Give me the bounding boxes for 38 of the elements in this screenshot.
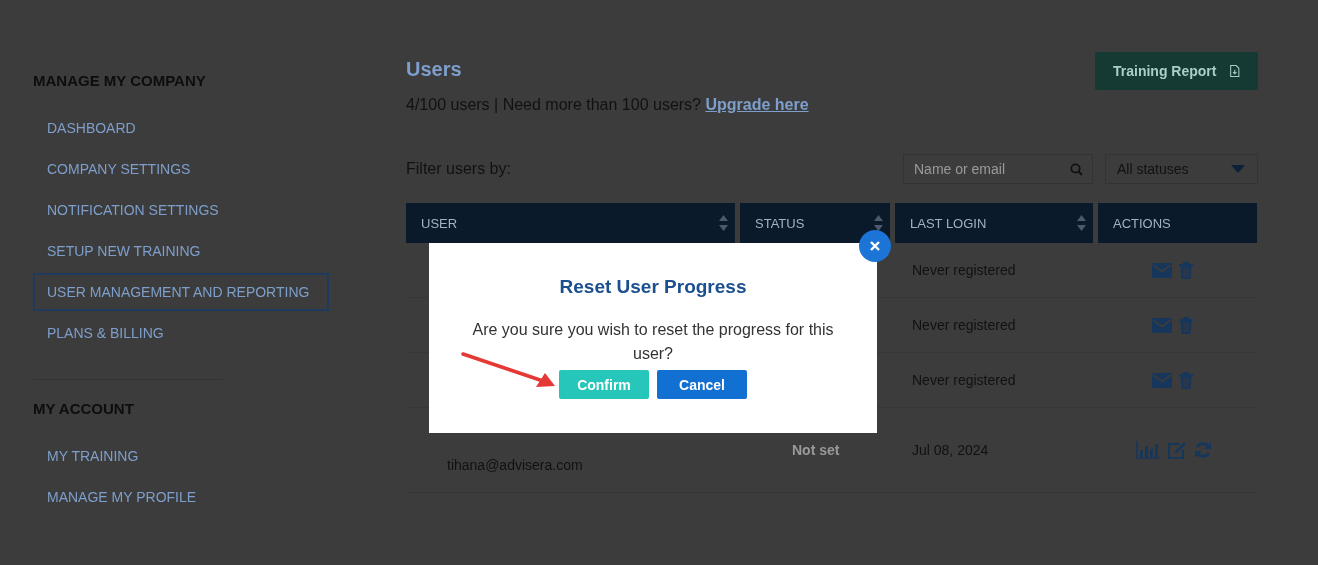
sidebar-item[interactable]: MY TRAINING	[33, 437, 153, 475]
mail-icon[interactable]	[1152, 372, 1172, 388]
mail-icon[interactable]	[1152, 317, 1172, 333]
dialog-message: Are you sure you wish to reset the progress for this user?	[471, 320, 835, 364]
sidebar-item[interactable]: NOTIFICATION SETTINGS	[33, 191, 233, 229]
bar-chart-icon[interactable]	[1136, 441, 1160, 459]
column-header: ACTIONS	[1098, 203, 1257, 243]
file-download-icon	[1230, 62, 1240, 80]
sort-icon	[719, 215, 728, 231]
page-title: Users	[406, 58, 463, 81]
trash-icon[interactable]	[1179, 371, 1193, 389]
cancel-button[interactable]: Cancel	[657, 370, 747, 399]
sort-icon	[874, 215, 883, 231]
sort-icon	[1077, 215, 1086, 231]
sidebar-item[interactable]: PLANS & BILLING	[33, 314, 178, 352]
mail-icon[interactable]	[1152, 262, 1172, 278]
confirm-button[interactable]: Confirm	[559, 370, 649, 399]
sidebar-item[interactable]: USER MANAGEMENT AND REPORTING	[33, 273, 330, 311]
caret-icon	[1231, 165, 1245, 173]
sidebar-item[interactable]: DASHBOARD	[33, 109, 150, 147]
upgrade-link[interactable]: Upgrade here	[705, 96, 809, 113]
sidebar-item[interactable]: MANAGE MY PROFILE	[33, 478, 211, 516]
search-field[interactable]: Name or email	[903, 154, 1093, 184]
column-header[interactable]: STATUS	[740, 203, 890, 243]
training-report-button[interactable]: Training Report	[1095, 52, 1258, 90]
trash-icon[interactable]	[1179, 316, 1193, 334]
close-button[interactable]	[859, 230, 891, 262]
dialog-title: Reset User Progress	[558, 276, 748, 298]
status-text: Not set	[791, 442, 841, 458]
column-header[interactable]: LAST LOGIN	[895, 203, 1093, 243]
edit-icon[interactable]	[1167, 441, 1187, 459]
sidebar-item[interactable]: SETUP NEW TRAINING	[33, 232, 215, 270]
trash-icon[interactable]	[1179, 261, 1193, 279]
column-header[interactable]: USER	[406, 203, 735, 243]
sidebar-item[interactable]: COMPANY SETTINGS	[33, 150, 205, 188]
close-icon	[870, 241, 880, 251]
refresh-icon[interactable]	[1194, 441, 1212, 459]
search-icon	[1070, 163, 1083, 176]
